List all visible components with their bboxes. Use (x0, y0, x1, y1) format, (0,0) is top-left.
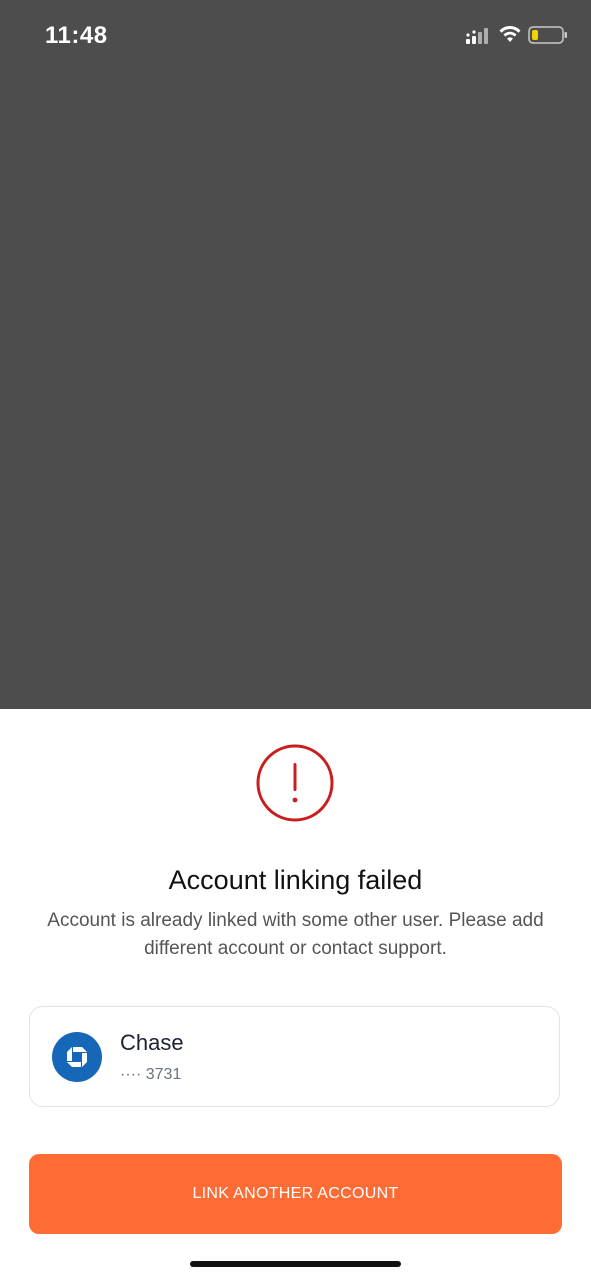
status-time: 11:48 (45, 22, 108, 49)
error-title: Account linking failed (168, 865, 423, 895)
status-bar: 11:48 (0, 0, 591, 70)
bottom-sheet: Account linking failed Account is alread… (0, 709, 591, 1280)
home-indicator (190, 1261, 401, 1267)
wifi-icon (499, 26, 521, 42)
account-number-mask: ···· 3731 (120, 1066, 182, 1083)
screen: 11:48 Account linking failed Account is … (0, 0, 591, 1280)
error-message: Account is already linked with some othe… (47, 910, 544, 959)
chase-logo-icon (52, 1032, 102, 1082)
signal-icon (466, 28, 488, 44)
error-icon (256, 744, 334, 822)
link-another-account-button[interactable]: LINK ANOTHER ACCOUNT (29, 1154, 562, 1234)
bank-name: Chase (120, 1030, 184, 1055)
battery-icon (528, 26, 567, 44)
account-card: Chase ···· 3731 (29, 1006, 560, 1107)
